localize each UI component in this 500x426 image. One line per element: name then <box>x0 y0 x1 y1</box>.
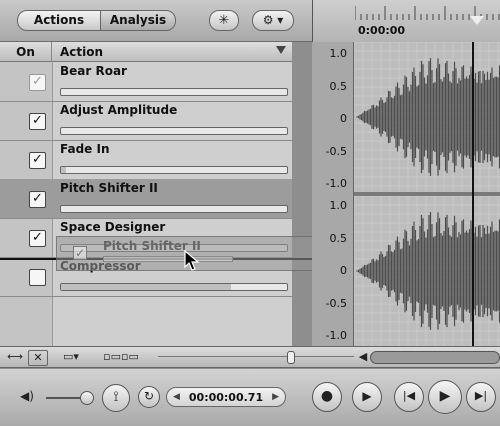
timecode-value: 00:00:00.71 <box>188 391 264 404</box>
ghost-slider <box>103 256 233 262</box>
zoom-bar: ⟷ ✕ ▭▾ ▫▭▫▭ ◀ <box>0 346 500 368</box>
amplitude-tick-label: 0 <box>340 112 347 125</box>
action-name: Adjust Amplitude <box>60 103 178 117</box>
waveform-channels[interactable] <box>354 42 500 346</box>
amplitude-tick-label: 1.0 <box>329 47 348 60</box>
time-ruler[interactable]: 0:00:00 <box>312 0 500 42</box>
tab-analysis[interactable]: Analysis <box>100 10 176 31</box>
action-slider-fill <box>61 167 66 173</box>
amplitude-tick-label: 1.0 <box>329 199 348 212</box>
ruler-menu-icon[interactable]: ▭▾ <box>56 350 86 364</box>
zoom-slider-knob[interactable] <box>287 351 295 364</box>
tab-actions[interactable]: Actions <box>17 10 101 31</box>
action-slider[interactable] <box>60 88 288 96</box>
action-checkbox[interactable] <box>29 269 46 286</box>
zoom-slider-track[interactable] <box>158 356 354 360</box>
amplitude-axis: 1.0 0.5 0 -0.5 -1.0 1.0 0.5 0 -0.5 -1.0 <box>312 42 354 346</box>
action-row[interactable]: ✓ Adjust Amplitude <box>0 101 292 141</box>
action-slider[interactable] <box>60 166 288 174</box>
volume-slider-knob[interactable] <box>80 391 94 405</box>
amplitude-tick-label: -1.0 <box>325 329 347 342</box>
action-slider-fill <box>61 284 231 290</box>
action-checkbox[interactable]: ✓ <box>29 74 46 91</box>
action-name: Space Designer <box>60 220 166 234</box>
waveform-view: 0:00:00 1.0 0.5 0 -0.5 -1.0 1.0 0.5 0 -0.5 -1.0 <box>312 0 500 346</box>
action-slider[interactable] <box>60 283 288 291</box>
action-checkbox[interactable]: ✓ <box>29 230 46 247</box>
snap-icon[interactable]: ⟷ <box>4 350 26 364</box>
sort-arrow-icon[interactable] <box>276 46 286 54</box>
loop-icon[interactable]: ↻ <box>138 386 160 408</box>
play-button[interactable]: ▶ <box>428 380 462 414</box>
effects-toolbar: Actions Analysis ✳ ⚙ ▾ <box>0 0 312 42</box>
action-name: Bear Roar <box>60 64 127 78</box>
timecode-display[interactable]: ◀ 00:00:00.71 ▶ <box>166 387 286 407</box>
play-from-start-button[interactable]: ▶ <box>352 382 382 412</box>
timecode-right-arrow-icon[interactable]: ▶ <box>272 388 279 407</box>
record-button[interactable]: ● <box>312 382 342 412</box>
action-slider[interactable] <box>60 127 288 135</box>
amplitude-tick-label: 0.5 <box>329 79 348 93</box>
action-checkbox[interactable]: ✓ <box>29 113 46 130</box>
previous-button[interactable]: |◀ <box>394 382 424 412</box>
scroll-left-icon[interactable]: ◀ <box>358 350 368 364</box>
horizontal-scrollbar[interactable] <box>370 351 500 364</box>
waveform-zoom-icon[interactable]: ▫▭▫▭ <box>98 350 144 364</box>
crop-icon[interactable]: ✕ <box>28 350 48 366</box>
playhead-line <box>472 42 474 346</box>
output-routing-icon[interactable]: ⟟ <box>102 384 130 412</box>
volume-slider-track[interactable] <box>46 397 82 399</box>
column-action[interactable]: Action <box>60 42 103 62</box>
transport-bar: ◀) ⟟ ↻ ◀ 00:00:00.71 ▶ ● ▶ |◀ ▶ ▶| <box>0 369 500 426</box>
action-checkbox[interactable]: ✓ <box>29 191 46 208</box>
action-list-header: On Action <box>0 42 292 62</box>
ruler-time-label: 0:00:00 <box>358 24 406 37</box>
gear-icon[interactable]: ⚙ ▾ <box>252 10 294 31</box>
star-icon[interactable]: ✳ <box>209 10 239 31</box>
next-button[interactable]: ▶| <box>466 382 496 412</box>
amplitude-tick-label: 0 <box>340 264 347 277</box>
timecode-left-arrow-icon[interactable]: ◀ <box>173 388 180 407</box>
column-on[interactable]: On <box>0 42 52 62</box>
action-list: ✓ Bear Roar ✓ Adjust Amplitude ✓ Fade In ✓ Pitc… <box>0 62 292 346</box>
channel-separator <box>354 192 500 196</box>
action-name: Fade In <box>60 142 110 156</box>
amplitude-tick-label: 0.5 <box>329 231 348 245</box>
volume-icon: ◀) <box>20 389 34 403</box>
action-slider[interactable] <box>60 205 288 213</box>
mouse-cursor-icon <box>184 250 200 271</box>
action-name: Pitch Shifter II <box>60 181 158 195</box>
action-row[interactable]: ✓ Pitch Shifter II <box>0 179 292 219</box>
amplitude-tick-label: -0.5 <box>325 296 347 310</box>
playhead-handle-icon[interactable] <box>470 16 484 25</box>
action-row[interactable]: ✓ Bear Roar <box>0 62 292 102</box>
action-row[interactable]: ✓ Fade In <box>0 140 292 180</box>
action-checkbox[interactable]: ✓ <box>29 152 46 169</box>
ghost-checkbox: ✓ <box>73 246 87 260</box>
amplitude-tick-label: -1.0 <box>325 177 347 190</box>
amplitude-tick-label: -0.5 <box>325 144 347 158</box>
